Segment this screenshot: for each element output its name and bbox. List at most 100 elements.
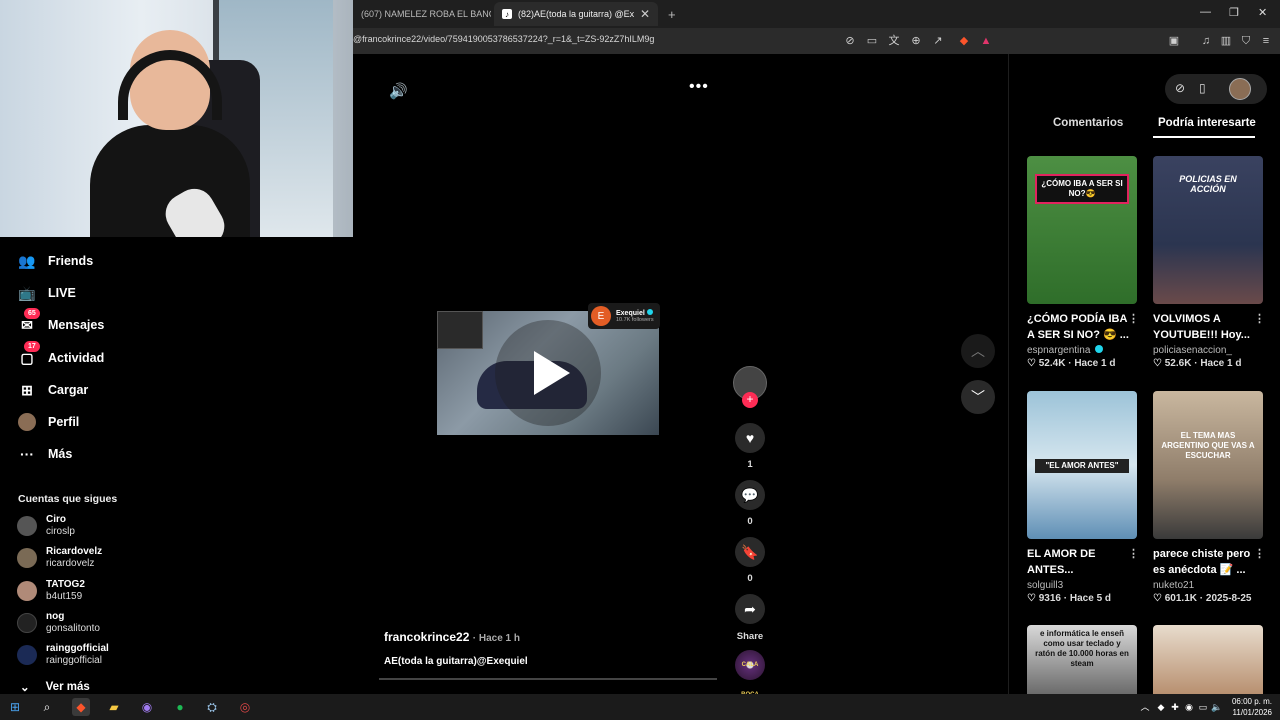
tab-comentarios[interactable]: Comentarios xyxy=(1053,117,1123,129)
recommended-video-card[interactable]: e informática le enseñ como usar teclado… xyxy=(1027,625,1139,694)
card-more-icon[interactable]: ⋮ xyxy=(1128,546,1139,562)
card-more-icon[interactable]: ⋮ xyxy=(1128,311,1139,327)
restore-icon[interactable]: ❐ xyxy=(1229,6,1239,19)
obs-icon[interactable]: ◎ xyxy=(236,698,254,716)
previous-video-button[interactable]: ︿ xyxy=(961,334,995,368)
sidebar-item-perfil[interactable]: Perfil xyxy=(18,413,79,431)
vpn-shield-icon[interactable]: ⛉ xyxy=(1238,33,1254,49)
zoom-icon[interactable]: ⊕ xyxy=(908,33,924,49)
card-thumbnail: POLICIAS EN ACCIÓN xyxy=(1153,156,1263,304)
like-button[interactable]: ♥ xyxy=(735,423,765,453)
no-tracking-icon[interactable]: ⊘ xyxy=(842,33,858,49)
new-tab-button[interactable]: + xyxy=(660,2,680,26)
clock-time: 06:00 p. m. xyxy=(1231,697,1272,706)
sidebar-item-mas[interactable]: ··· Más xyxy=(18,445,72,463)
volume-tray-icon[interactable]: 🔈 xyxy=(1208,698,1226,716)
comment-button[interactable]: 💬 xyxy=(735,480,765,510)
compass-icon[interactable]: ⊘ xyxy=(1175,81,1185,95)
followed-account[interactable]: nog gonsalitonto xyxy=(17,611,100,635)
translate-icon[interactable]: 文 xyxy=(886,33,902,49)
sidebar-item-actividad[interactable]: ▢ 17 Actividad xyxy=(18,341,104,367)
followed-account[interactable]: rainggofficial rainggofficial xyxy=(17,643,109,667)
video-caption: AE(toda la guitarra)@Exequiel xyxy=(384,656,528,667)
sidebar-item-cargar[interactable]: ⊞ Cargar xyxy=(18,381,88,399)
media-icon[interactable]: ♫ xyxy=(1198,33,1214,49)
friends-icon: 👥 xyxy=(18,253,36,269)
share-button[interactable]: ➦ xyxy=(735,594,765,624)
close-tab-icon[interactable]: ✕ xyxy=(640,7,650,21)
card-likes: 601.1K xyxy=(1164,593,1197,604)
file-explorer-icon[interactable]: ▰ xyxy=(105,698,123,716)
brave-rewards-icon[interactable]: ▲ xyxy=(978,33,994,49)
recommended-video-card[interactable]: "EL AMOR ANTES" EL AMOR DE ANTES... ⋮ sol… xyxy=(1027,391,1139,604)
user-avatar[interactable] xyxy=(1229,78,1251,100)
browser-tab-youtube[interactable]: (607) NAMELEZ ROBA EL BANCO CE xyxy=(353,2,491,26)
url-field[interactable]: @francokrince22/video/759419005378653722… xyxy=(353,34,654,44)
menu-icon[interactable]: ≡ xyxy=(1258,33,1274,49)
minimize-icon[interactable]: — xyxy=(1200,6,1211,18)
music-disc-label: CALA BOCA xyxy=(741,662,759,698)
recommended-video-card[interactable]: ¿CÓMO IBA A SER SI NO?😎 ¿CÓMO PODÍA IBA … xyxy=(1027,156,1139,369)
account-handle: rainggofficial xyxy=(46,655,102,666)
sidebar-item-label: Perfil xyxy=(48,415,80,429)
card-title: EL AMOR DE ANTES... xyxy=(1027,548,1096,576)
active-tab-indicator xyxy=(1153,136,1255,138)
play-button[interactable] xyxy=(495,320,601,426)
system-clock[interactable]: 06:00 p. m. 11/01/2026 xyxy=(1232,696,1272,718)
heart-outline-icon: ♡ xyxy=(1027,593,1036,604)
heart-outline-icon: ♡ xyxy=(1153,593,1162,604)
steam-icon[interactable]: ⛭ xyxy=(203,698,221,716)
follow-plus-icon[interactable]: + xyxy=(742,392,758,408)
sidebar-item-live[interactable]: 📺 LIVE xyxy=(18,284,76,302)
card-author: policiasenaccion_ xyxy=(1153,345,1232,356)
tiktok-sidebar: 👥 Friends 📺 LIVE ✉ 65 Mensajes ▢ 17 Activi… xyxy=(0,237,353,694)
brave-shield-icon[interactable]: ◆ xyxy=(956,33,972,49)
volume-icon[interactable]: 🔊 xyxy=(389,82,408,100)
card-more-icon[interactable]: ⋮ xyxy=(1254,546,1265,562)
more-options-icon[interactable]: ••• xyxy=(689,78,709,96)
windows-start-icon[interactable]: ⊞ xyxy=(6,698,24,716)
see-more-button[interactable]: ⌄ Ver más xyxy=(20,680,90,694)
next-video-button[interactable]: ﹀ xyxy=(961,380,995,414)
account-handle: gonsalitonto xyxy=(46,623,100,634)
music-disc[interactable]: CALA BOCA xyxy=(735,650,765,698)
sidebar-toggle-icon[interactable]: ▣ xyxy=(1166,33,1182,49)
reader-icon[interactable]: ▥ xyxy=(1218,33,1234,49)
heart-icon: ♥ xyxy=(745,430,755,446)
close-window-icon[interactable]: ✕ xyxy=(1258,6,1267,19)
verified-icon xyxy=(1095,345,1104,353)
recommended-video-card[interactable] xyxy=(1153,625,1265,694)
creator-avatar: E xyxy=(591,306,611,326)
followed-account[interactable]: Ricardovelz ricardovelz xyxy=(17,546,102,570)
card-more-icon[interactable]: ⋮ xyxy=(1254,311,1265,327)
avatar xyxy=(17,548,37,568)
recommended-video-card[interactable]: POLICIAS EN ACCIÓN VOLVIMOS A YOUTUBE!!!… xyxy=(1153,156,1265,369)
video-progress-bar[interactable] xyxy=(379,678,717,680)
comment-icon: 💬 xyxy=(741,486,759,503)
brave-browser-icon[interactable]: ◆ xyxy=(72,698,90,716)
sidebar-item-mensajes[interactable]: ✉ 65 Mensajes xyxy=(18,308,105,334)
sidebar-item-friends[interactable]: 👥 Friends xyxy=(18,252,93,270)
sidebar-item-label: Mensajes xyxy=(48,318,105,332)
recommendations-panel: ⊘ ▯ Comentarios Podría interesarte ¿CÓMO… xyxy=(1008,54,1280,694)
recommended-video-card[interactable]: EL TEMA MAS ARGENTINO QUE VAS A ESCUCHAR… xyxy=(1153,391,1265,604)
search-icon[interactable]: ⌕ xyxy=(38,698,56,716)
author-name[interactable]: francokrince22 xyxy=(384,630,469,644)
windows-taskbar: ⊞ ⌕ ◆ ▰ ◉ ● ⛭ ◎ ︿ ◆ ✚ ◉ ▭ 🔈 06:00 p. m. … xyxy=(0,694,1280,720)
browser-tab-tiktok[interactable]: ♪ (82)AE(toda la guitarra) @Exe ✕ xyxy=(494,2,658,26)
discord-icon[interactable]: ◉ xyxy=(138,698,156,716)
mobile-icon[interactable]: ▯ xyxy=(1199,81,1206,95)
save-button[interactable]: 🔖 xyxy=(735,537,765,567)
like-count: 1 xyxy=(747,459,753,470)
share-page-icon[interactable]: ↗ xyxy=(930,33,946,49)
followed-account[interactable]: Ciro ciroslp xyxy=(17,514,75,538)
card-author: espnargentina xyxy=(1027,345,1091,356)
card-title: VOLVIMOS A YOUTUBE!!! Hoy... xyxy=(1153,313,1250,341)
tab-podria-interesarte[interactable]: Podría interesarte xyxy=(1158,117,1256,129)
account-name: nog xyxy=(46,611,65,622)
card-thumbnail: e informática le enseñ como usar teclado… xyxy=(1027,625,1137,694)
followed-account[interactable]: TATOG2 b4ut159 xyxy=(17,579,85,603)
spotify-icon[interactable]: ● xyxy=(171,698,189,716)
thumbnail-overlay-text: POLICIAS EN ACCIÓN xyxy=(1179,174,1237,194)
cast-icon[interactable]: ▭ xyxy=(864,33,880,49)
